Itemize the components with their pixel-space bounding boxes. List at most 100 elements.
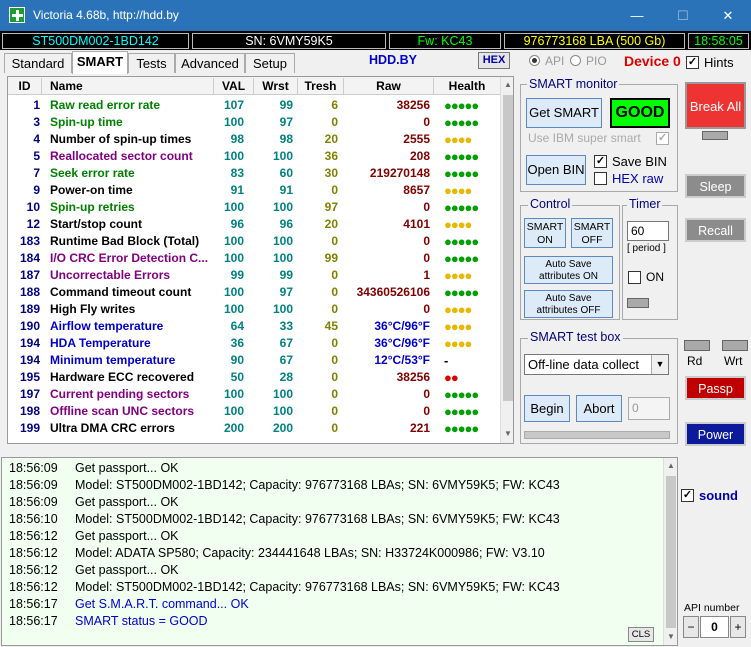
hex-button[interactable]: HEX <box>478 52 510 69</box>
table-row[interactable]: 194 Minimum temperature 90 67 0 12°C/53°F - <box>8 352 500 369</box>
maximize-button[interactable]: ☐ <box>660 0 706 31</box>
tab-setup[interactable]: Setup <box>245 53 295 73</box>
col-wrst[interactable]: Wrst <box>254 78 298 94</box>
attr-worst: 99 <box>279 98 293 112</box>
break-all-button[interactable]: Break All <box>685 82 746 129</box>
col-id[interactable]: ID <box>8 78 42 94</box>
log-message: Get passport... OK <box>75 529 179 543</box>
scroll-down-arrow-icon[interactable]: ▼ <box>504 429 512 438</box>
attr-id: 183 <box>19 234 40 248</box>
attr-id: 9 <box>33 183 40 197</box>
table-row[interactable]: 5 Reallocated sector count 100 100 36 208 ●●●●… <box>8 148 500 165</box>
log-line: 18:56:17 Get S.M.A.R.T. command... OK <box>9 596 249 613</box>
save-bin-label: Save BIN <box>612 154 667 169</box>
table-row[interactable]: 195 Hardware ECC recovered 50 28 0 38256 ●● <box>8 369 500 386</box>
minimize-button[interactable]: — <box>614 0 660 31</box>
test-progress-input[interactable]: 0 <box>628 397 670 420</box>
table-row[interactable]: 190 Airflow temperature 64 33 45 36°C/96°F ●●●… <box>8 318 500 335</box>
attr-raw: 38256 <box>396 370 430 384</box>
smart-on-button[interactable]: SMART ON <box>524 218 566 248</box>
col-raw[interactable]: Raw <box>344 78 434 94</box>
autosave-on-button[interactable]: Auto Save attributes ON <box>524 256 613 284</box>
timer-on-checkbox[interactable] <box>628 271 641 284</box>
table-row[interactable]: 12 Start/stop count 96 96 20 4101 ●●●● <box>8 216 500 233</box>
attr-val: 107 <box>223 98 244 112</box>
log-scrollbar[interactable]: ▲ ▼ <box>663 458 677 645</box>
table-row[interactable]: 194 HDA Temperature 36 67 0 36°C/96°F ●●●● <box>8 335 500 352</box>
log-scroll-down-icon[interactable]: ▼ <box>667 632 675 641</box>
col-tresh[interactable]: Tresh <box>298 78 344 94</box>
tab-advanced[interactable]: Advanced <box>175 53 245 73</box>
attr-raw: 1 <box>423 268 430 282</box>
table-scrollbar[interactable]: ▲ ▼ <box>500 77 513 443</box>
api-number-increment[interactable]: + <box>730 616 746 638</box>
attr-worst: 100 <box>272 387 293 401</box>
smart-off-button[interactable]: SMART OFF <box>571 218 613 248</box>
table-row[interactable]: 7 Seek error rate 83 60 30 219270148 ●●●●● <box>8 165 500 182</box>
table-row[interactable]: 187 Uncorrectable Errors 99 99 0 1 ●●●● <box>8 267 500 284</box>
hex-raw-checkbox[interactable] <box>594 172 607 185</box>
passport-button[interactable]: Passp <box>685 376 746 400</box>
timer-period-input[interactable]: 60 <box>627 221 669 241</box>
attr-threshold: 0 <box>331 285 338 299</box>
api-label: API <box>545 54 565 68</box>
open-bin-button[interactable]: Open BIN <box>526 155 586 185</box>
get-smart-button[interactable]: Get SMART <box>526 98 602 128</box>
table-row[interactable]: 3 Spin-up time 100 97 0 0 ●●●●● <box>8 114 500 131</box>
scroll-up-arrow-icon[interactable]: ▲ <box>504 80 512 89</box>
site-link[interactable]: HDD.BY <box>358 53 428 67</box>
attr-name: Current pending sectors <box>50 387 190 401</box>
table-row[interactable]: 183 Runtime Bad Block (Total) 100 100 0 0 ●●●●… <box>8 233 500 250</box>
log-scroll-up-icon[interactable]: ▲ <box>667 461 675 470</box>
attr-threshold: 0 <box>331 404 338 418</box>
table-row[interactable]: 1 Raw read error rate 107 99 6 38256 ●●●●● <box>8 97 500 114</box>
chevron-down-icon[interactable]: ▼ <box>651 355 668 374</box>
api-number-value[interactable]: 0 <box>700 616 729 638</box>
table-row[interactable]: 4 Number of spin-up times 98 98 20 2555 ●●●● <box>8 131 500 148</box>
tab-standard[interactable]: Standard <box>4 53 72 73</box>
sound-checkbox[interactable]: ✓ <box>681 489 694 502</box>
save-bin-checkbox[interactable]: ✓ <box>594 155 607 168</box>
table-row[interactable]: 10 Spin-up retries 100 100 97 0 ●●●●● <box>8 199 500 216</box>
tab-smart[interactable]: SMART <box>72 51 128 74</box>
attr-val: 100 <box>223 285 244 299</box>
tab-tests[interactable]: Tests <box>128 53 175 73</box>
table-row[interactable]: 9 Power-on time 91 91 0 8657 ●●●● <box>8 182 500 199</box>
attr-health: ●●●●● <box>444 285 479 300</box>
recall-button[interactable]: Recall <box>685 218 746 242</box>
col-name[interactable]: Name <box>42 78 214 94</box>
begin-button[interactable]: Begin <box>524 395 570 422</box>
pio-radio[interactable] <box>570 55 581 66</box>
col-val[interactable]: VAL <box>214 78 254 94</box>
attr-raw: 0 <box>423 387 430 401</box>
attr-worst: 200 <box>272 421 293 435</box>
attr-val: 100 <box>223 200 244 214</box>
table-row[interactable]: 198 Offline scan UNC sectors 100 100 0 0 ●●●●● <box>8 403 500 420</box>
table-row[interactable]: 197 Current pending sectors 100 100 0 0 ●●●●● <box>8 386 500 403</box>
attr-threshold: 6 <box>331 98 338 112</box>
ibm-super-smart-checkbox[interactable]: ✓ <box>656 132 669 145</box>
log-scrollbar-thumb[interactable] <box>666 476 676 628</box>
table-row[interactable]: 188 Command timeout count 100 97 0 3436052610… <box>8 284 500 301</box>
table-row[interactable]: 199 Ultra DMA CRC errors 200 200 0 221 ●●●●● <box>8 420 500 437</box>
log-time: 18:56:09 <box>9 495 58 509</box>
table-header: ID Name VAL Wrst Tresh Raw Health <box>8 77 500 95</box>
api-number-decrement[interactable]: − <box>683 616 699 638</box>
table-row[interactable]: 184 I/O CRC Error Detection C... 100 100 99 0… <box>8 250 500 267</box>
clear-log-button[interactable]: CLS <box>628 627 654 642</box>
abort-button[interactable]: Abort <box>576 395 622 422</box>
hints-checkbox[interactable]: ✓ <box>686 56 699 69</box>
autosave-off-button[interactable]: Auto Save attributes OFF <box>524 290 613 318</box>
close-button[interactable]: ✕ <box>705 0 751 31</box>
attr-id: 187 <box>19 268 40 282</box>
test-type-select[interactable]: Off-line data collect ▼ <box>524 354 669 375</box>
power-button[interactable]: Power <box>685 422 746 446</box>
api-radio[interactable] <box>529 55 540 66</box>
col-health[interactable]: Health <box>434 78 500 94</box>
scrollbar-thumb[interactable] <box>503 95 513 401</box>
table-row[interactable]: 189 High Fly writes 100 100 0 0 ●●●● <box>8 301 500 318</box>
log-message: Get passport... OK <box>75 495 179 509</box>
attr-val: 64 <box>230 319 244 333</box>
sleep-button[interactable]: Sleep <box>685 174 746 198</box>
attr-id: 1 <box>33 98 40 112</box>
